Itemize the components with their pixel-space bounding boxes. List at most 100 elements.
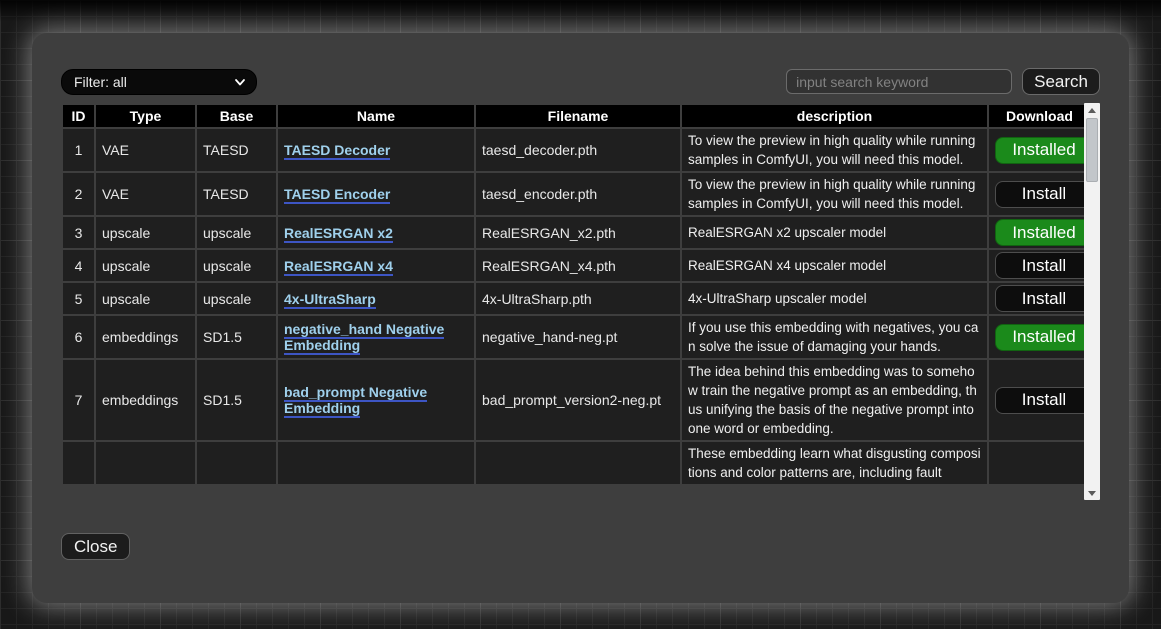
scroll-up-icon[interactable] <box>1084 103 1100 117</box>
install-models-dialog: Filter: all Search ID Type Base <box>32 33 1129 603</box>
cell-name <box>277 441 475 485</box>
cell-base <box>196 441 277 485</box>
models-table-viewport: ID Type Base Name Filename description D… <box>61 103 1084 500</box>
header-description: description <box>681 104 988 128</box>
install-state-button[interactable]: Installed <box>995 137 1084 164</box>
cell-type: upscale <box>95 282 196 315</box>
model-name-link[interactable]: RealESRGAN x2 <box>284 225 393 243</box>
header-id: ID <box>62 104 95 128</box>
table-header-row: ID Type Base Name Filename description D… <box>62 104 1084 128</box>
cell-base: upscale <box>196 249 277 282</box>
cell-download: Install <box>988 359 1084 441</box>
cell-type: VAE <box>95 128 196 172</box>
cell-filename: 4x-UltraSharp.pth <box>475 282 681 315</box>
cell-type: VAE <box>95 172 196 216</box>
cell-base: TAESD <box>196 128 277 172</box>
cell-description: The idea behind this embedding was to so… <box>681 359 988 441</box>
table-row: These embedding learn what disgusting co… <box>62 441 1084 485</box>
table-scrollbar[interactable] <box>1084 103 1100 500</box>
model-name-link[interactable]: negative_hand Negative Embedding <box>284 321 444 355</box>
cell-download <box>988 441 1084 485</box>
cell-filename: taesd_decoder.pth <box>475 128 681 172</box>
cell-id: 5 <box>62 282 95 315</box>
cell-description: 4x-UltraSharp upscaler model <box>681 282 988 315</box>
table-row: 7 embeddings SD1.5 bad_prompt Negative E… <box>62 359 1084 441</box>
header-download: Download <box>988 104 1084 128</box>
cell-type <box>95 441 196 485</box>
filter-dropdown[interactable]: Filter: all <box>61 69 257 95</box>
cell-filename <box>475 441 681 485</box>
cell-id: 2 <box>62 172 95 216</box>
search-button[interactable]: Search <box>1022 68 1100 95</box>
cell-filename: bad_prompt_version2-neg.pt <box>475 359 681 441</box>
cell-type: embeddings <box>95 315 196 359</box>
cell-download: Installed <box>988 128 1084 172</box>
cell-download: Installed <box>988 315 1084 359</box>
table-row: 6 embeddings SD1.5 negative_hand Negativ… <box>62 315 1084 359</box>
cell-base: upscale <box>196 216 277 249</box>
cell-name: TAESD Decoder <box>277 128 475 172</box>
cell-type: embeddings <box>95 359 196 441</box>
install-state-button[interactable]: Installed <box>995 324 1084 351</box>
cell-description: RealESRGAN x2 upscaler model <box>681 216 988 249</box>
install-state-button[interactable]: Installed <box>995 219 1084 246</box>
cell-filename: RealESRGAN_x2.pth <box>475 216 681 249</box>
cell-name: TAESD Encoder <box>277 172 475 216</box>
cell-filename: taesd_encoder.pth <box>475 172 681 216</box>
cell-id: 7 <box>62 359 95 441</box>
cell-filename: negative_hand-neg.pt <box>475 315 681 359</box>
model-name-link[interactable]: 4x-UltraSharp <box>284 291 376 309</box>
table-row: 1 VAE TAESD TAESD Decoder taesd_decoder.… <box>62 128 1084 172</box>
model-name-link[interactable]: bad_prompt Negative Embedding <box>284 384 427 418</box>
cell-id: 4 <box>62 249 95 282</box>
model-name-link[interactable]: TAESD Decoder <box>284 142 390 160</box>
header-base: Base <box>196 104 277 128</box>
cell-description: These embedding learn what disgusting co… <box>681 441 988 485</box>
table-row: 5 upscale upscale 4x-UltraSharp 4x-Ultra… <box>62 282 1084 315</box>
cell-base: SD1.5 <box>196 359 277 441</box>
cell-type: upscale <box>95 216 196 249</box>
header-filename: Filename <box>475 104 681 128</box>
model-name-link[interactable]: TAESD Encoder <box>284 186 390 204</box>
model-name-link[interactable]: RealESRGAN x4 <box>284 258 393 276</box>
table-row: 2 VAE TAESD TAESD Encoder taesd_encoder.… <box>62 172 1084 216</box>
dialog-toolbar: Filter: all Search <box>61 68 1100 95</box>
cell-base: SD1.5 <box>196 315 277 359</box>
scroll-down-icon[interactable] <box>1084 486 1100 500</box>
cell-base: upscale <box>196 282 277 315</box>
models-table-zone: ID Type Base Name Filename description D… <box>61 103 1100 500</box>
table-row: 4 upscale upscale RealESRGAN x4 RealESRG… <box>62 249 1084 282</box>
cell-download: Install <box>988 172 1084 216</box>
cell-download: Install <box>988 249 1084 282</box>
models-table: ID Type Base Name Filename description D… <box>61 103 1084 486</box>
install-state-button[interactable]: Install <box>995 252 1084 279</box>
cell-id: 3 <box>62 216 95 249</box>
cell-description: To view the preview in high quality whil… <box>681 172 988 216</box>
cell-description: RealESRGAN x4 upscaler model <box>681 249 988 282</box>
install-state-button[interactable]: Install <box>995 285 1084 312</box>
cell-name: negative_hand Negative Embedding <box>277 315 475 359</box>
cell-name: bad_prompt Negative Embedding <box>277 359 475 441</box>
cell-download: Installed <box>988 216 1084 249</box>
cell-description: If you use this embedding with negatives… <box>681 315 988 359</box>
install-state-button[interactable]: Install <box>995 387 1084 414</box>
cell-name: 4x-UltraSharp <box>277 282 475 315</box>
cell-id <box>62 441 95 485</box>
header-type: Type <box>95 104 196 128</box>
filter-dropdown-value: Filter: all <box>74 74 234 90</box>
cell-filename: RealESRGAN_x4.pth <box>475 249 681 282</box>
scrollbar-thumb[interactable] <box>1086 118 1098 182</box>
header-name: Name <box>277 104 475 128</box>
cell-download: Install <box>988 282 1084 315</box>
chevron-down-icon <box>234 76 246 88</box>
cell-description: To view the preview in high quality whil… <box>681 128 988 172</box>
cell-base: TAESD <box>196 172 277 216</box>
cell-name: RealESRGAN x2 <box>277 216 475 249</box>
search-input[interactable] <box>786 69 1012 94</box>
close-button[interactable]: Close <box>61 533 130 560</box>
install-state-button[interactable]: Install <box>995 181 1084 208</box>
cell-name: RealESRGAN x4 <box>277 249 475 282</box>
cell-id: 1 <box>62 128 95 172</box>
table-row: 3 upscale upscale RealESRGAN x2 RealESRG… <box>62 216 1084 249</box>
top-shadow <box>0 0 1161 22</box>
